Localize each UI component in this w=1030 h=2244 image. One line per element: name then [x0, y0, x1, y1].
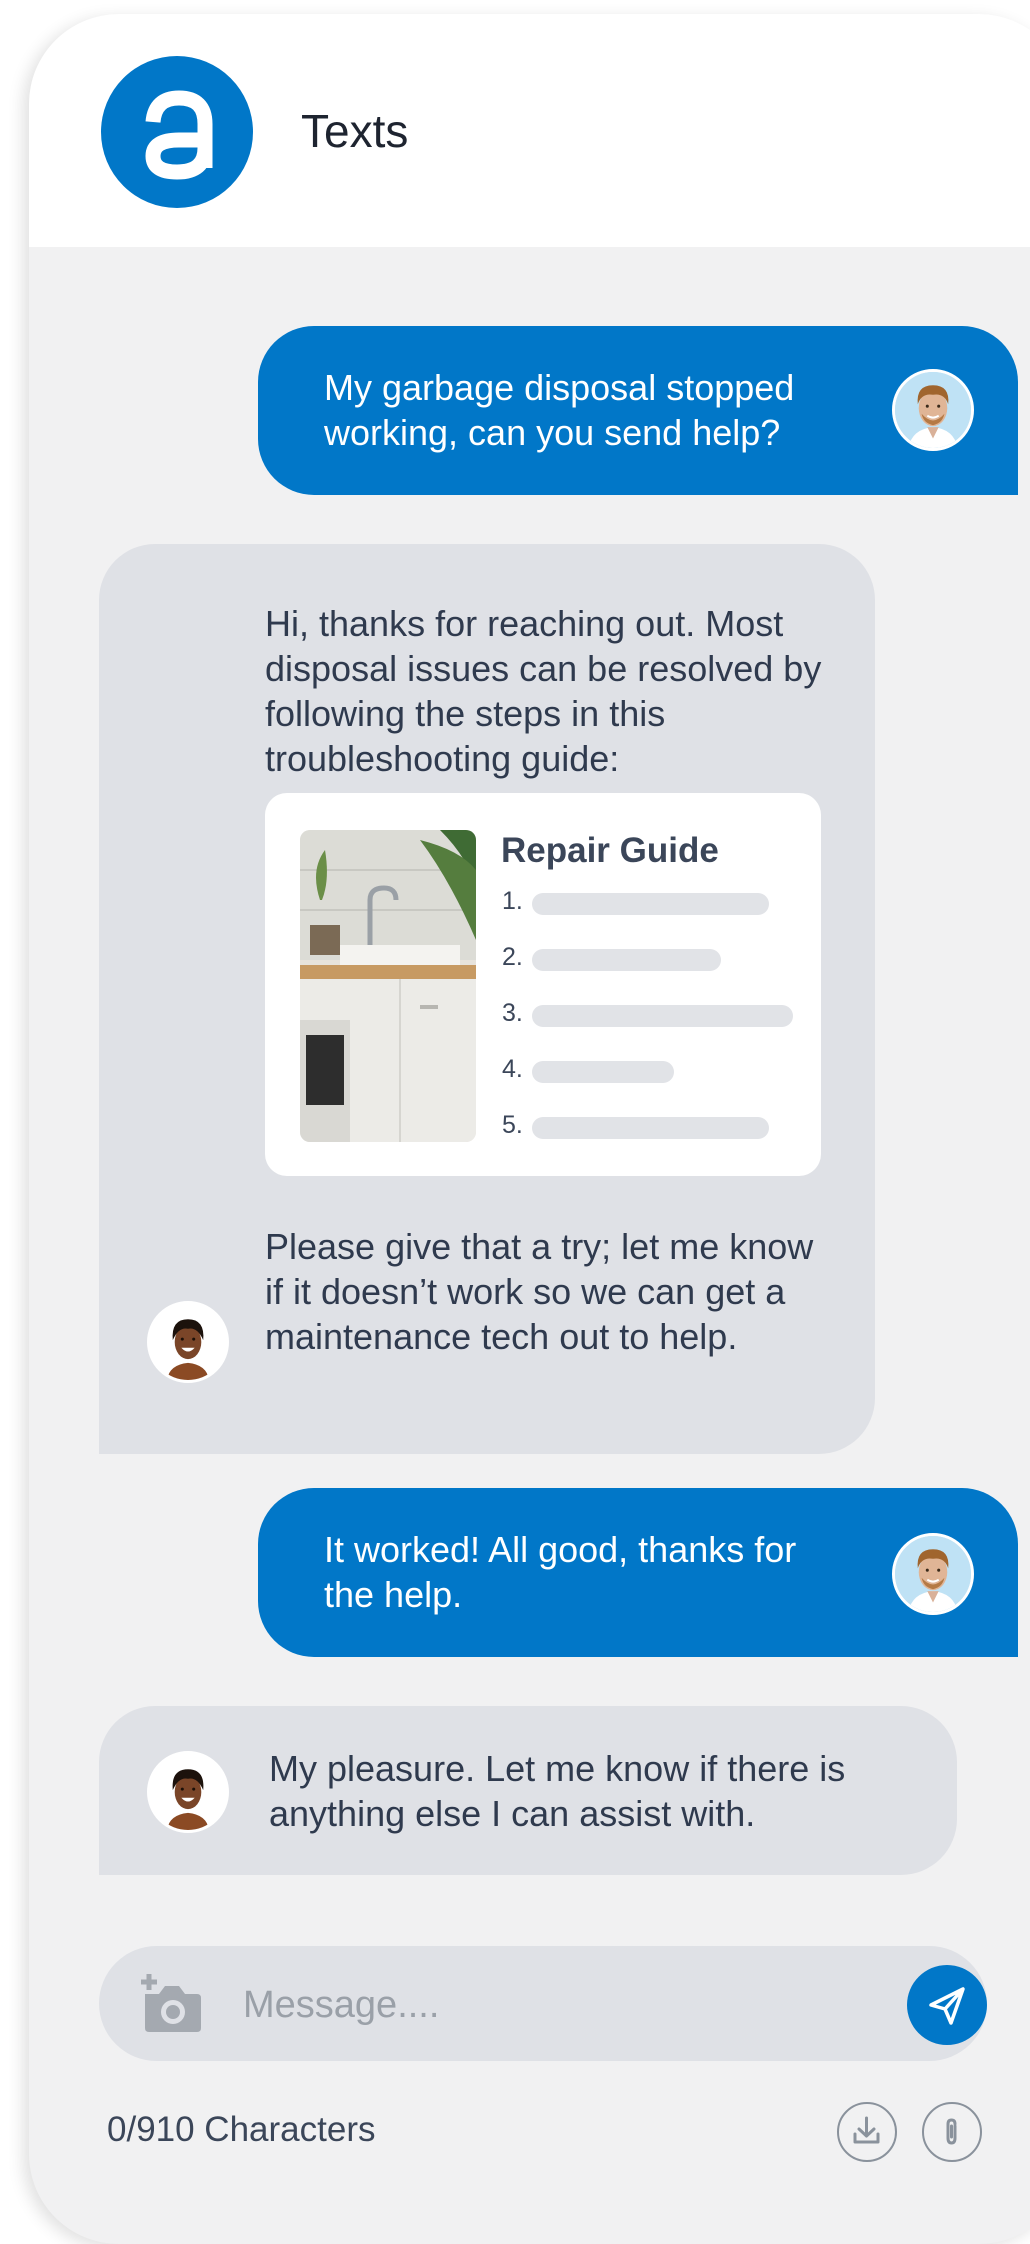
guide-step-placeholder: [532, 893, 769, 915]
guide-step-placeholder: [532, 1117, 769, 1139]
guide-step-number: 2.: [502, 943, 523, 971]
message-outgoing: It worked! All good, thanks for the help…: [258, 1488, 1018, 1657]
guide-step-number: 4.: [502, 1055, 523, 1083]
guide-step-placeholder: [532, 1061, 674, 1083]
camera-plus-icon[interactable]: [137, 1970, 203, 2036]
guide-step-placeholder: [532, 1005, 793, 1027]
character-count: 0/910 Characters: [107, 2110, 376, 2149]
guide-step-placeholder: [532, 949, 721, 971]
send-icon: [929, 1987, 965, 2025]
download-button[interactable]: [837, 2102, 897, 2162]
guide-step-number: 3.: [502, 999, 523, 1027]
message-outgoing: My garbage disposal stopped working, can…: [258, 326, 1018, 495]
message-incoming: My pleasure. Let me know if there is any…: [99, 1706, 957, 1875]
message-input[interactable]: [241, 1976, 825, 2034]
message-text: Hi, thanks for reaching out. Most dispos…: [265, 603, 822, 779]
guide-step-number: 5.: [502, 1111, 523, 1139]
guide-title: Repair Guide: [501, 831, 719, 870]
a-logo-icon: [101, 56, 253, 208]
message-text: It worked! All good, thanks for the help…: [324, 1529, 797, 1615]
app-title: Texts: [301, 105, 409, 157]
guide-step-number: 1.: [502, 887, 523, 915]
message-composer: [99, 1946, 987, 2061]
app-header: Texts: [29, 14, 1030, 247]
message-text: My garbage disposal stopped working, can…: [324, 367, 795, 453]
kitchen-image: [300, 830, 476, 1142]
agent-avatar: [147, 1301, 229, 1383]
paperclip-icon: [946, 2118, 957, 2145]
customer-avatar: [892, 369, 974, 451]
message-text: Please give that a try; let me know if i…: [265, 1226, 814, 1357]
repair-guide-card[interactable]: Repair Guide 1. 2. 3. 4. 5.: [265, 793, 821, 1176]
download-icon: [853, 2116, 880, 2144]
agent-avatar: [147, 1751, 229, 1833]
attach-button[interactable]: [922, 2102, 982, 2162]
message-text: My pleasure. Let me know if there is any…: [269, 1748, 846, 1834]
message-incoming: Hi, thanks for reaching out. Most dispos…: [99, 544, 875, 1454]
phone-frame: Texts My garbage disposal stopped workin…: [29, 14, 1030, 2244]
customer-avatar: [892, 1533, 974, 1615]
send-button[interactable]: [907, 1965, 987, 2045]
